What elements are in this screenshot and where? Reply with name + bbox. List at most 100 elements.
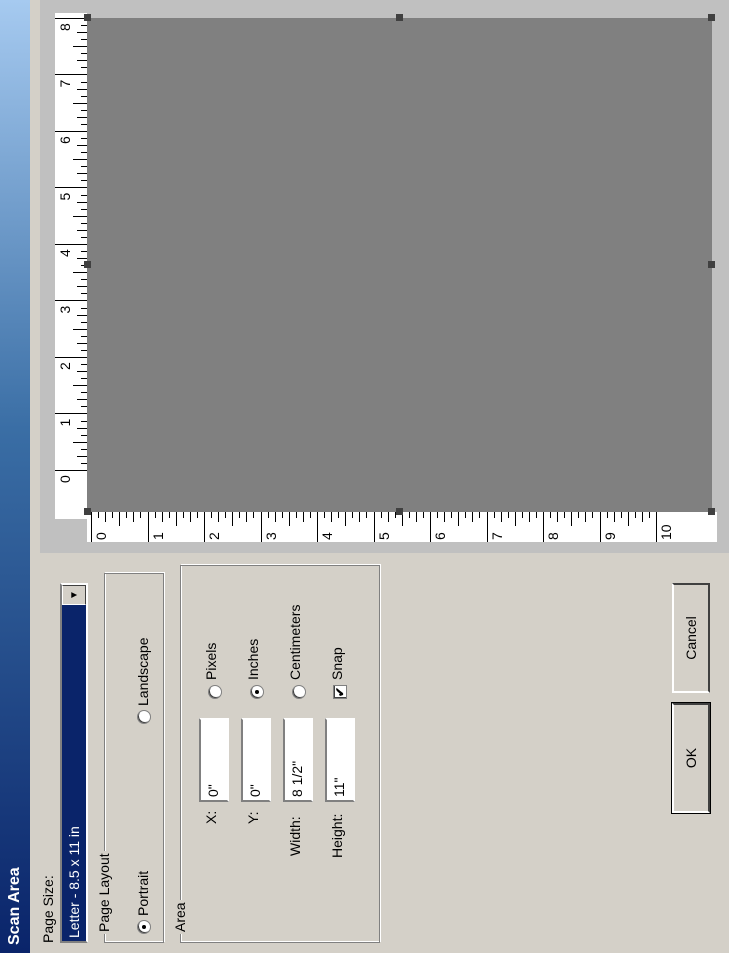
ruler-minor-tick (528, 512, 530, 522)
ruler-major-tick (55, 244, 87, 245)
inches-label[interactable]: Inches (245, 639, 261, 680)
centimeters-label[interactable]: Centimeters (287, 605, 303, 680)
ruler-minor-tick (571, 512, 573, 526)
ruler-label: 10 (658, 524, 674, 540)
ruler-minor-tick (578, 512, 580, 518)
scan-area-dialog: Scan Area Page Size: Letter - 8.5 x 11 i… (0, 0, 729, 953)
ruler-label: 2 (57, 362, 73, 370)
ruler-label: 1 (57, 418, 73, 427)
ruler-minor-tick (472, 512, 474, 522)
ruler-minor-tick (507, 512, 509, 518)
resize-handle-left[interactable] (396, 508, 403, 515)
landscape-radio[interactable] (137, 710, 151, 724)
snap-label[interactable]: Snap (329, 647, 345, 680)
ruler-minor-tick (465, 512, 467, 518)
ruler-minor-tick (77, 258, 87, 260)
ruler-major-tick (260, 512, 262, 542)
ruler-minor-tick (105, 512, 107, 522)
pixels-radio[interactable] (208, 685, 222, 699)
ruler-vertical: 8 7 6 5 4 3 2 1 0 (55, 13, 87, 519)
ruler-minor-tick (175, 512, 177, 526)
ruler-minor-tick (225, 512, 227, 518)
ruler-minor-tick (324, 512, 326, 518)
ruler-minor-tick (281, 512, 283, 518)
ruler-minor-tick (140, 512, 142, 518)
ruler-minor-tick (77, 342, 87, 344)
area-group: Area X: 0" Y: 0" Width: 8 1/2" Height: 1… (172, 565, 380, 943)
ruler-minor-tick (73, 46, 87, 48)
ruler-major-tick (55, 187, 87, 189)
centimeters-radio[interactable] (292, 685, 306, 699)
height-field[interactable]: 11" (325, 718, 355, 802)
y-label: Y: (245, 811, 261, 824)
scan-region[interactable] (84, 14, 715, 515)
ruler-label: 5 (57, 192, 73, 201)
page-size-label: Page Size: (40, 875, 56, 943)
inches-radio[interactable] (250, 685, 264, 699)
ruler-minor-tick (415, 512, 417, 522)
ruler-minor-tick (77, 145, 87, 147)
ruler-major-tick (656, 512, 657, 542)
ruler-major-tick (486, 512, 488, 542)
resize-handle-top[interactable] (84, 261, 91, 268)
ruler-minor-tick (648, 512, 650, 518)
ruler-minor-tick (112, 512, 114, 518)
ruler-major-tick (55, 74, 87, 76)
pixels-label[interactable]: Pixels (203, 643, 219, 680)
ruler-label: 3 (262, 532, 279, 540)
portrait-label[interactable]: Portrait (135, 871, 151, 916)
ruler-minor-tick (359, 512, 361, 522)
ruler-major-tick (430, 512, 431, 542)
ruler-minor-tick (338, 512, 340, 518)
ruler-minor-tick (345, 512, 347, 526)
ruler-minor-tick (211, 512, 213, 518)
page-size-value: Letter - 8.5 x 11 in (62, 605, 86, 941)
ruler-minor-tick (493, 512, 495, 518)
ruler-minor-tick (161, 512, 163, 522)
resize-handle-right[interactable] (396, 14, 403, 21)
title-bar[interactable]: Scan Area (0, 0, 30, 953)
resize-handle-bottom-left[interactable] (708, 508, 715, 515)
x-field[interactable]: 0" (199, 718, 229, 802)
width-label: Width: (287, 816, 303, 856)
snap-checkbox[interactable]: ✔ (333, 685, 347, 699)
radio-selected-dot (142, 925, 146, 929)
ruler-minor-tick (592, 512, 594, 518)
ruler-minor-tick (295, 512, 297, 518)
ruler-label: 7 (488, 532, 505, 540)
y-field[interactable]: 0" (241, 718, 271, 802)
ok-button[interactable]: OK (671, 700, 711, 816)
resize-handle-top-right[interactable] (84, 14, 91, 21)
ruler-label: 1 (149, 532, 166, 540)
ruler-minor-tick (557, 512, 559, 522)
page-layout-group: Page Layout Portrait Landscape (96, 573, 164, 943)
radio-selected-dot (255, 690, 259, 694)
ruler-horizontal: 0 1 2 3 4 5 6 7 8 9 10 (87, 512, 717, 542)
ruler-label: 2 (206, 532, 222, 540)
portrait-radio[interactable] (137, 920, 151, 934)
ruler-major-tick (55, 131, 87, 132)
x-label: X: (203, 810, 219, 824)
ruler-minor-tick (613, 512, 615, 522)
landscape-label[interactable]: Landscape (135, 637, 151, 706)
ruler-minor-tick (444, 512, 446, 522)
width-field[interactable]: 8 1/2" (283, 718, 313, 802)
ruler-label: 6 (432, 532, 448, 540)
ruler-minor-tick (331, 512, 333, 522)
ruler-label: 0 (93, 532, 109, 540)
chevron-down-icon[interactable]: ▼ (62, 585, 86, 605)
area-legend: Area (172, 900, 188, 934)
cancel-button[interactable]: Cancel (672, 583, 710, 693)
ruler-minor-tick (77, 286, 87, 288)
resize-handle-top-left[interactable] (84, 508, 91, 515)
ruler-minor-tick (77, 455, 87, 457)
resize-handle-bottom-right[interactable] (708, 14, 715, 21)
ruler-minor-tick (521, 512, 523, 518)
resize-handle-bottom[interactable] (708, 261, 715, 268)
ruler-minor-tick (641, 512, 643, 522)
ruler-label: 7 (57, 79, 73, 88)
page-size-select[interactable]: Letter - 8.5 x 11 in ▼ (60, 583, 88, 943)
ruler-minor-tick (182, 512, 184, 518)
ruler-minor-tick (133, 512, 135, 522)
ruler-major-tick (55, 18, 87, 19)
